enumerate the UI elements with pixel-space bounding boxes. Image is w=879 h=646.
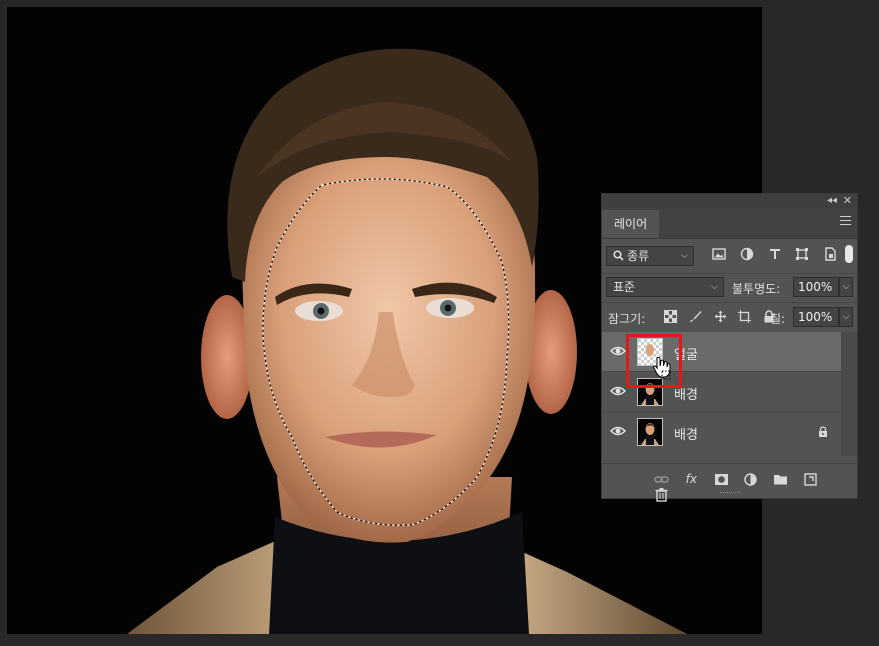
shape-filter-icon[interactable] xyxy=(795,247,809,261)
hand-cursor-icon xyxy=(652,356,671,380)
lock-artboard-icon[interactable] xyxy=(738,309,752,324)
layer-row-background[interactable]: 배경 xyxy=(602,412,842,452)
eye-icon[interactable] xyxy=(610,344,626,358)
smart-object-filter-icon[interactable] xyxy=(823,246,837,261)
lock-row: 잠그기: 칠: 100% ⌵ xyxy=(602,302,857,331)
fill-dropdown-button[interactable]: ⌵ xyxy=(839,307,853,327)
lock-icon[interactable] xyxy=(818,426,828,437)
chevron-down-icon: ⌵ xyxy=(842,312,850,322)
eye-icon[interactable] xyxy=(610,424,626,438)
layer-thumbnail[interactable] xyxy=(637,418,663,446)
trash-icon[interactable] xyxy=(654,487,669,502)
opacity-dropdown-button[interactable]: ⌵ xyxy=(839,277,853,297)
panel-tab-row: 레이어 xyxy=(602,208,857,239)
adjustment-icon[interactable] xyxy=(743,472,758,487)
panel-menu-icon[interactable] xyxy=(840,216,851,225)
eye-icon[interactable] xyxy=(610,384,626,398)
lock-transparent-pixels-icon[interactable] xyxy=(664,309,678,324)
fill-input[interactable]: 100% xyxy=(793,307,839,327)
layer-filter-row: 종류 ⌵ xyxy=(602,243,857,269)
opacity-input[interactable]: 100% xyxy=(793,277,839,297)
chevron-down-icon: ⌵ xyxy=(681,251,688,261)
layer-name[interactable]: 배경 xyxy=(674,424,698,443)
layers-scrollbar[interactable] xyxy=(841,332,857,456)
new-layer-icon[interactable] xyxy=(803,472,818,487)
lock-label: 잠그기: xyxy=(608,312,646,326)
layers-list: 얼굴 배경 배경 xyxy=(602,332,842,456)
close-icon[interactable]: ✕ xyxy=(843,194,852,208)
chevron-down-icon: ⌵ xyxy=(711,282,718,292)
fx-icon[interactable]: fx xyxy=(684,472,699,487)
adjustment-filter-icon[interactable] xyxy=(740,247,754,261)
blend-mode-value: 표준 xyxy=(613,280,636,294)
search-icon xyxy=(613,250,624,261)
opacity-label: 불투명도: xyxy=(732,282,781,296)
panel-resize-grip[interactable] xyxy=(720,492,740,496)
double-chevron-left-icon[interactable]: ◂◂ xyxy=(827,194,837,208)
mask-icon[interactable] xyxy=(714,472,729,487)
filter-kind-value: 종류 xyxy=(627,249,650,263)
layers-panel: ◂◂ ✕ 레이어 종류 ⌵ 표준 ⌵ 불투명도: 100% ⌵ 잠그기: 칠: … xyxy=(601,193,858,502)
link-icon[interactable] xyxy=(654,472,669,487)
filter-toggle-switch[interactable] xyxy=(845,245,853,263)
text-filter-icon[interactable] xyxy=(768,247,782,261)
tab-layers[interactable]: 레이어 xyxy=(602,210,660,238)
lock-image-pixels-icon[interactable] xyxy=(689,310,703,324)
chevron-down-icon: ⌵ xyxy=(842,282,850,292)
panel-title-bar[interactable]: ◂◂ ✕ xyxy=(602,194,857,208)
fill-label: 칠: xyxy=(770,312,786,326)
blend-row: 표준 ⌵ 불투명도: 100% ⌵ xyxy=(602,273,857,300)
folder-icon[interactable] xyxy=(773,472,788,487)
layers-bottom-toolbar: fx xyxy=(602,463,857,502)
filter-kind-select[interactable]: 종류 ⌵ xyxy=(606,246,694,266)
image-filter-icon[interactable] xyxy=(712,247,726,261)
lock-position-icon[interactable] xyxy=(714,310,728,324)
blend-mode-select[interactable]: 표준 ⌵ xyxy=(606,277,724,297)
